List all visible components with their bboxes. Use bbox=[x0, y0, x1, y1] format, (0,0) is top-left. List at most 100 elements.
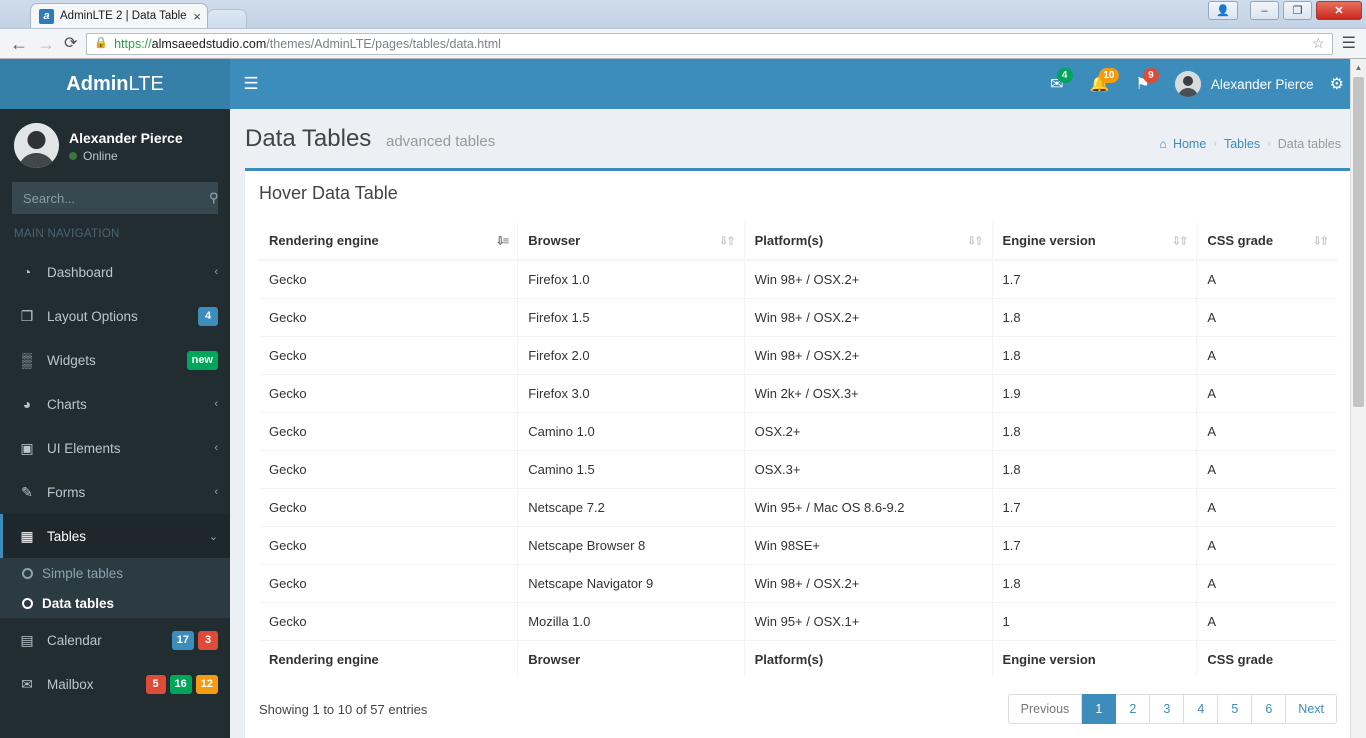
pagination-button[interactable]: 6 bbox=[1252, 694, 1287, 724]
sidebar-item-dashboard[interactable]: ◔ Dashboard ‹ bbox=[0, 250, 230, 294]
breadcrumb-home[interactable]: ⌂ Home bbox=[1159, 137, 1206, 151]
browser-tab[interactable]: a AdminLTE 2 | Data Table × bbox=[30, 3, 208, 28]
table-row[interactable]: Gecko Firefox 1.0 Win 98+ / OSX.2+ 1.7 A bbox=[259, 259, 1337, 299]
window-user-icon[interactable]: 👤 bbox=[1208, 1, 1238, 20]
sort-icon: ⇩⇧ bbox=[1312, 235, 1330, 247]
badge: 12 bbox=[195, 674, 218, 694]
table-cell: 1.9 bbox=[992, 374, 1198, 413]
table-row[interactable]: Gecko Camino 1.0 OSX.2+ 1.8 A bbox=[259, 412, 1337, 451]
admin-app: Admin LTE ☰ ✉ 4 🔔 10 ⚑ 9 Alexander Pierc… bbox=[0, 59, 1366, 738]
circle-icon bbox=[22, 567, 33, 579]
bookmark-star-icon[interactable]: ☆ bbox=[1312, 35, 1325, 52]
sidebar-item-label: Widgets bbox=[47, 352, 96, 368]
window-close-button[interactable]: ✕ bbox=[1316, 1, 1362, 20]
column-header-platforms[interactable]: Platform(s) ⇩⇧ bbox=[744, 222, 993, 261]
back-icon[interactable]: ← bbox=[10, 35, 28, 53]
table-row[interactable]: Gecko Netscape 7.2 Win 95+ / Mac OS 8.6-9.… bbox=[259, 488, 1337, 527]
nav-user-menu[interactable]: Alexander Pierce bbox=[1163, 59, 1326, 109]
pagination-button[interactable]: 2 bbox=[1116, 694, 1151, 724]
app-logo[interactable]: Admin LTE bbox=[0, 59, 230, 109]
sidebar-item-data-tables[interactable]: Data tables bbox=[0, 588, 230, 618]
table-cell: OSX.2+ bbox=[744, 412, 993, 451]
pagination-button[interactable]: Previous bbox=[1007, 694, 1083, 724]
sidebar-badges: 5 16 12 bbox=[145, 674, 218, 694]
sidebar-item-label: Charts bbox=[47, 396, 87, 412]
pagination-button[interactable]: 5 bbox=[1218, 694, 1253, 724]
badge: 4 bbox=[198, 306, 218, 326]
table-cell: 1.8 bbox=[992, 336, 1198, 375]
badge-new: new bbox=[186, 350, 218, 370]
page-scrollbar[interactable]: ▲ bbox=[1350, 59, 1366, 738]
pagination-button[interactable]: 4 bbox=[1184, 694, 1219, 724]
table-cell: Gecko bbox=[259, 526, 519, 565]
sidebar-item-label: Tables bbox=[47, 528, 87, 544]
sidebar-toggle-button[interactable]: ☰ bbox=[230, 59, 272, 109]
sidebar-item-layout-options[interactable]: ❐ Layout Options 4 bbox=[0, 294, 230, 338]
table-cell: Gecko bbox=[259, 374, 519, 413]
sidebar-item-mailbox[interactable]: ✉ Mailbox 5 16 12 bbox=[0, 662, 230, 706]
new-tab-button[interactable] bbox=[207, 9, 247, 28]
notifications-badge: 10 bbox=[1099, 68, 1119, 83]
search-icon[interactable]: ⚲ bbox=[209, 183, 219, 213]
column-header-browser[interactable]: Browser ⇩⇧ bbox=[517, 222, 745, 261]
sidebar-item-ui-elements[interactable]: ▣ UI Elements ‹ bbox=[0, 426, 230, 470]
reload-icon[interactable]: ⟳ bbox=[64, 35, 77, 52]
nav-item-tasks[interactable]: ⚑ 9 bbox=[1123, 59, 1163, 109]
table-cell: Win 98+ / OSX.2+ bbox=[744, 564, 993, 603]
page-title-text: Data Tables bbox=[245, 125, 372, 152]
breadcrumb-tables[interactable]: Tables bbox=[1224, 137, 1260, 151]
sidebar-search[interactable]: ⚲ bbox=[12, 182, 219, 214]
table-foot: Rendering engine Browser Platform(s) Eng… bbox=[259, 640, 1337, 678]
forward-icon: → bbox=[37, 33, 55, 54]
footer-cell: Rendering engine bbox=[259, 640, 519, 678]
sidebar-user-panel[interactable]: Alexander Pierce Online bbox=[0, 109, 230, 180]
sidebar-item-forms[interactable]: ✎ Forms ‹ bbox=[0, 470, 230, 514]
search-input[interactable] bbox=[13, 190, 209, 206]
table-row[interactable]: Gecko Netscape Navigator 9 Win 98+ / OSX.2… bbox=[259, 564, 1337, 603]
table-row[interactable]: Gecko Firefox 1.5 Win 98+ / OSX.2+ 1.8 A bbox=[259, 298, 1337, 337]
table-row[interactable]: Gecko Mozilla 1.0 Win 95+ / OSX.1+ 1 A bbox=[259, 602, 1337, 641]
chevron-left-icon: ‹ bbox=[214, 486, 218, 498]
window-maximize-button[interactable]: ❐ bbox=[1283, 1, 1312, 20]
pagination-button[interactable]: Next bbox=[1286, 694, 1337, 724]
sidebar-item-label: UI Elements bbox=[47, 440, 121, 456]
table-footer-row: Rendering engine Browser Platform(s) Eng… bbox=[259, 640, 1337, 678]
scrollbar-thumb[interactable] bbox=[1353, 77, 1364, 407]
sidebar-item-charts[interactable]: ◕ Charts ‹ bbox=[0, 382, 230, 426]
sidebar-item-calendar[interactable]: ▤ Calendar 17 3 bbox=[0, 618, 230, 662]
table-cell: Gecko bbox=[259, 564, 519, 603]
tab-close-icon[interactable]: × bbox=[193, 10, 201, 23]
scroll-up-icon[interactable]: ▲ bbox=[1351, 59, 1366, 75]
window-minimize-button[interactable]: – bbox=[1250, 1, 1279, 20]
sidebar-item-tables[interactable]: ▦ Tables ⌄ bbox=[0, 514, 230, 558]
url-bar[interactable]: 🔒 https://almsaeedstudio.com/themes/Admi… bbox=[86, 32, 1333, 55]
pagination-button[interactable]: 3 bbox=[1150, 694, 1185, 724]
sidebar-item-widgets[interactable]: ▒ Widgets new bbox=[0, 338, 230, 382]
badge: 5 bbox=[145, 674, 166, 694]
chevron-down-icon: ⌄ bbox=[208, 530, 218, 543]
nav-item-notifications[interactable]: 🔔 10 bbox=[1077, 59, 1123, 109]
table-cell: Gecko bbox=[259, 336, 519, 375]
table-icon: ▦ bbox=[20, 527, 34, 544]
column-header-css-grade[interactable]: CSS grade ⇩⇧ bbox=[1196, 222, 1337, 261]
table-cell: Netscape 7.2 bbox=[517, 488, 745, 527]
table-cell: Win 98+ / OSX.2+ bbox=[744, 298, 993, 337]
table-cell: A bbox=[1196, 259, 1337, 299]
avatar-image bbox=[14, 123, 59, 168]
table-cell: Netscape Navigator 9 bbox=[517, 564, 745, 603]
table-cell: 1.7 bbox=[992, 488, 1198, 527]
sidebar-item-label: Mailbox bbox=[47, 676, 94, 692]
column-label: CSS grade bbox=[1207, 233, 1274, 248]
table-row[interactable]: Gecko Camino 1.5 OSX.3+ 1.8 A bbox=[259, 450, 1337, 489]
column-header-rendering-engine[interactable]: Rendering engine ⇩≡ bbox=[259, 222, 519, 261]
pagination-button[interactable]: 1 bbox=[1082, 694, 1117, 724]
sidebar-badges: 4 bbox=[198, 306, 218, 326]
nav-item-messages[interactable]: ✉ 4 bbox=[1037, 59, 1076, 109]
sidebar-item-simple-tables[interactable]: Simple tables bbox=[0, 558, 230, 588]
navbar-right: ✉ 4 🔔 10 ⚑ 9 Alexander Pierce ⚙ bbox=[1037, 59, 1366, 109]
table-row[interactable]: Gecko Netscape Browser 8 Win 98SE+ 1.7 A bbox=[259, 526, 1337, 565]
column-header-engine-version[interactable]: Engine version ⇩⇧ bbox=[992, 222, 1198, 261]
table-row[interactable]: Gecko Firefox 2.0 Win 98+ / OSX.2+ 1.8 A bbox=[259, 336, 1337, 375]
table-row[interactable]: Gecko Firefox 3.0 Win 2k+ / OSX.3+ 1.9 A bbox=[259, 374, 1337, 413]
browser-menu-icon[interactable]: ☰ bbox=[1342, 35, 1356, 52]
